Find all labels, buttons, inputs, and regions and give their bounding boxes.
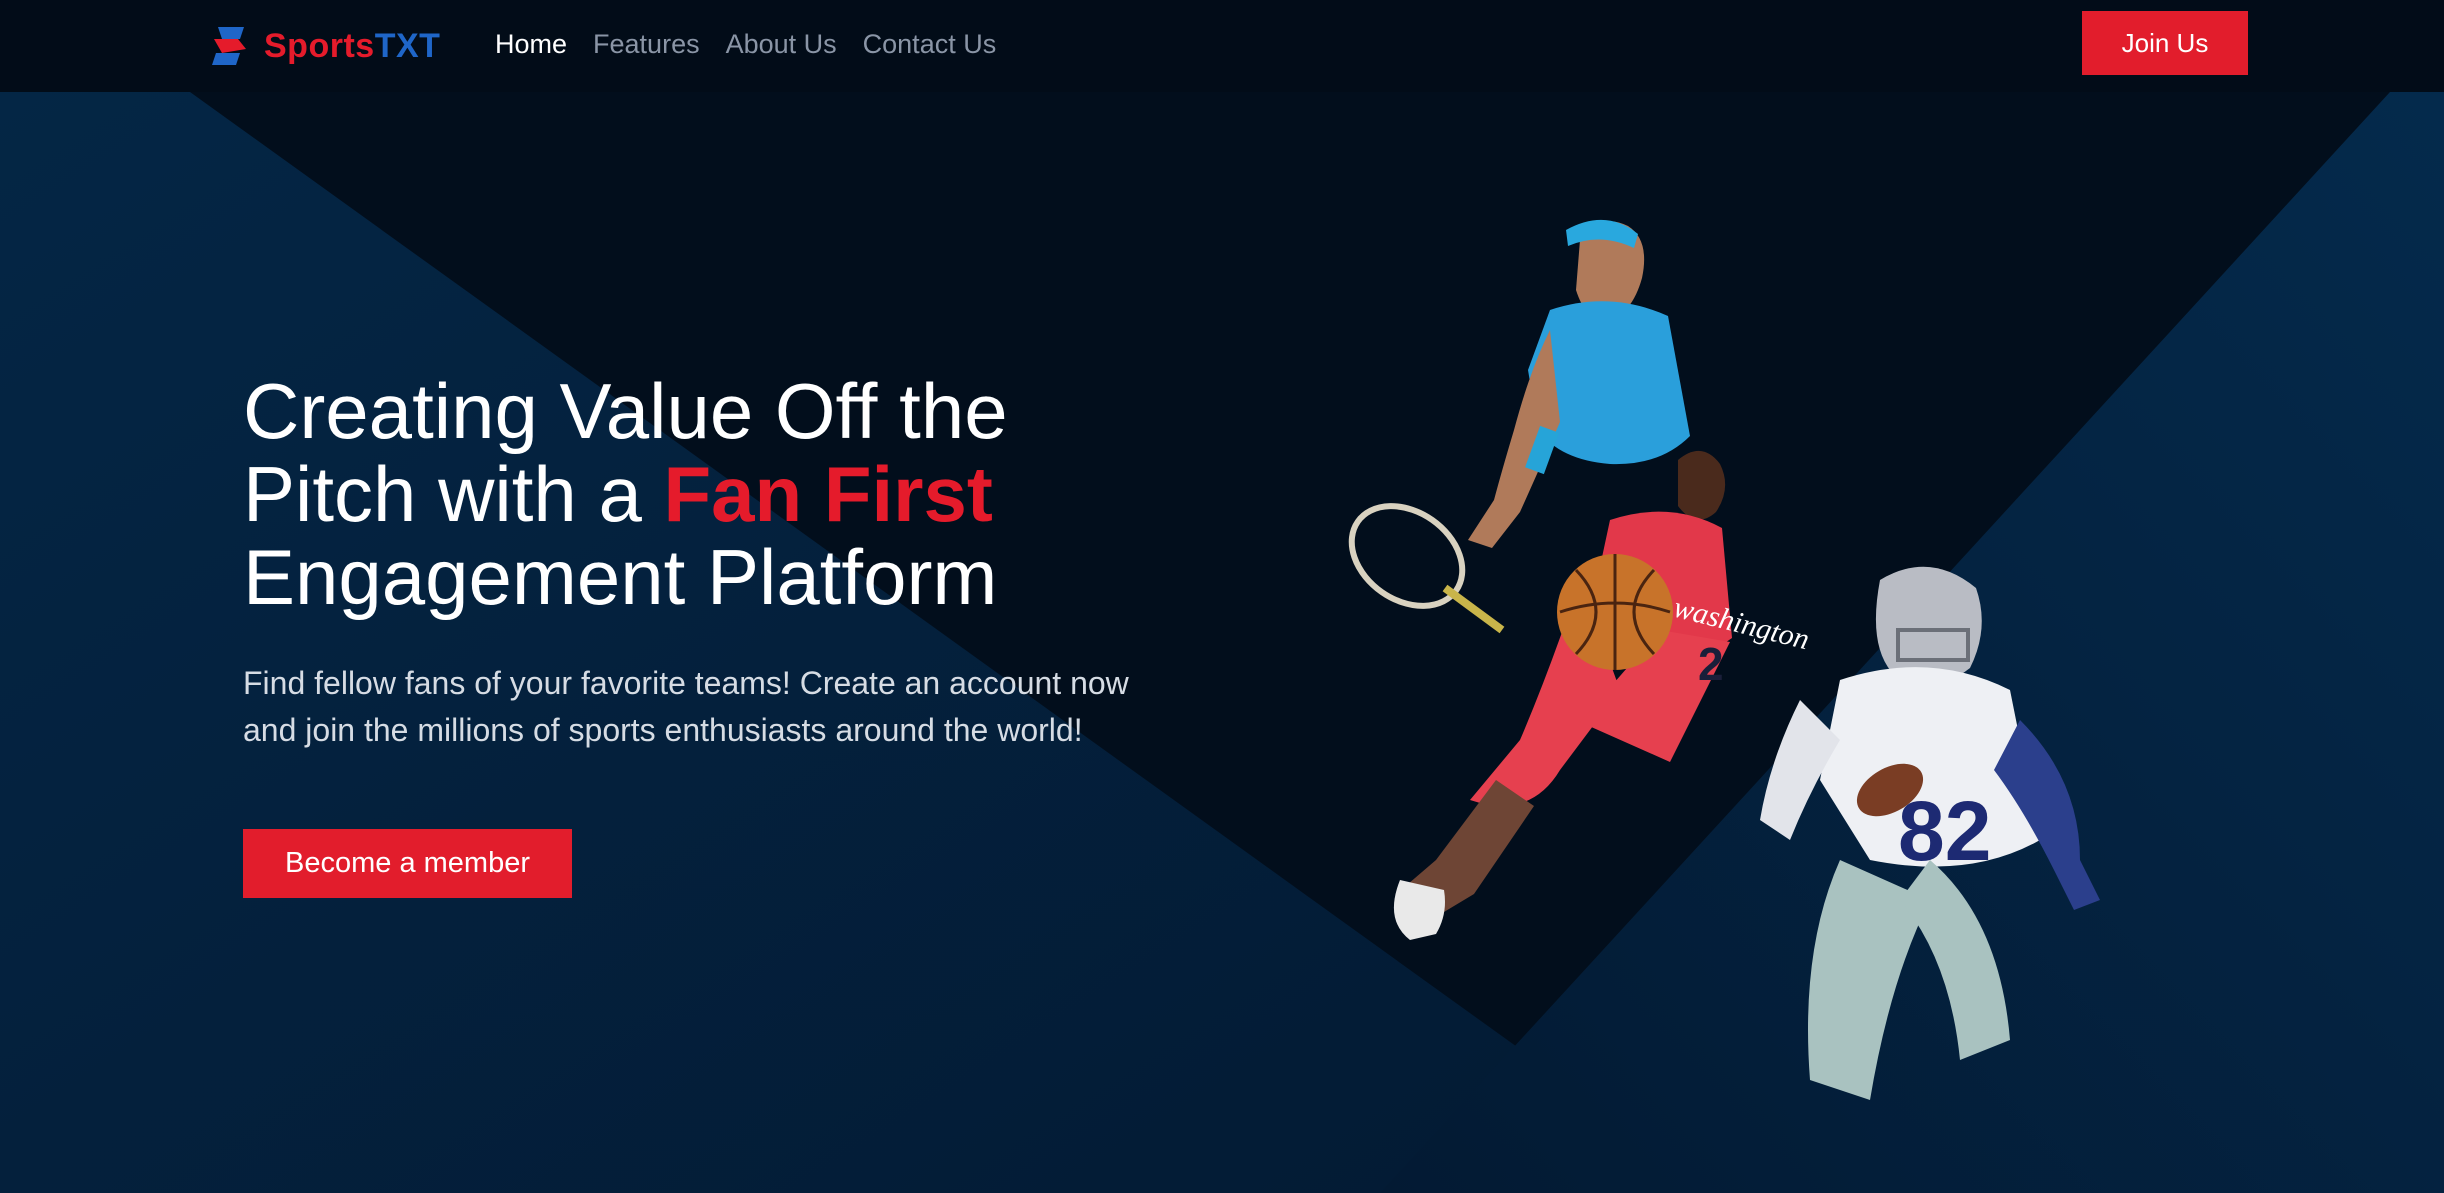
- become-member-button[interactable]: Become a member: [243, 829, 572, 898]
- hero-title-line2: Pitch with a: [243, 450, 664, 538]
- hero-title-highlight: Fan First: [663, 450, 993, 538]
- hero-subtitle-line1: Find fellow fans of your favorite teams!…: [243, 665, 1129, 701]
- basketball-player-figure: washington 2: [1393, 450, 1813, 940]
- hero-title-line3: Engagement Platform: [243, 533, 998, 621]
- nav-link-contact-us[interactable]: Contact Us: [863, 24, 997, 64]
- join-us-button[interactable]: Join Us: [2082, 11, 2248, 75]
- nav-link-about-us[interactable]: About Us: [726, 24, 837, 64]
- football-player-figure: 82: [1760, 566, 2100, 1100]
- hero-title: Creating Value Off the Pitch with a Fan …: [243, 370, 1163, 619]
- hero-title-line1: Creating Value Off the: [243, 367, 1008, 455]
- nav-link-home[interactable]: Home: [495, 24, 567, 64]
- brand-name: SportsTXT: [264, 26, 441, 65]
- landing-page: SportsTXT Home Features About Us Contact…: [0, 0, 2444, 1193]
- hero-subtitle-line2: and join the millions of sports enthusia…: [243, 712, 1083, 748]
- top-navbar: SportsTXT Home Features About Us Contact…: [0, 0, 2444, 92]
- brand-logo[interactable]: SportsTXT: [210, 22, 440, 70]
- nav-link-features[interactable]: Features: [593, 24, 700, 64]
- football-jersey-number: 82: [1898, 784, 1991, 878]
- basketball-jersey-number: 2: [1698, 638, 1724, 690]
- athletes-hero-image: washington 2 82: [1348, 219, 2100, 1100]
- sportstxt-logo-icon: [212, 27, 246, 65]
- hero-subtitle: Find fellow fans of your favorite teams!…: [243, 660, 1223, 754]
- nav-links: Home Features About Us Contact Us: [495, 24, 996, 64]
